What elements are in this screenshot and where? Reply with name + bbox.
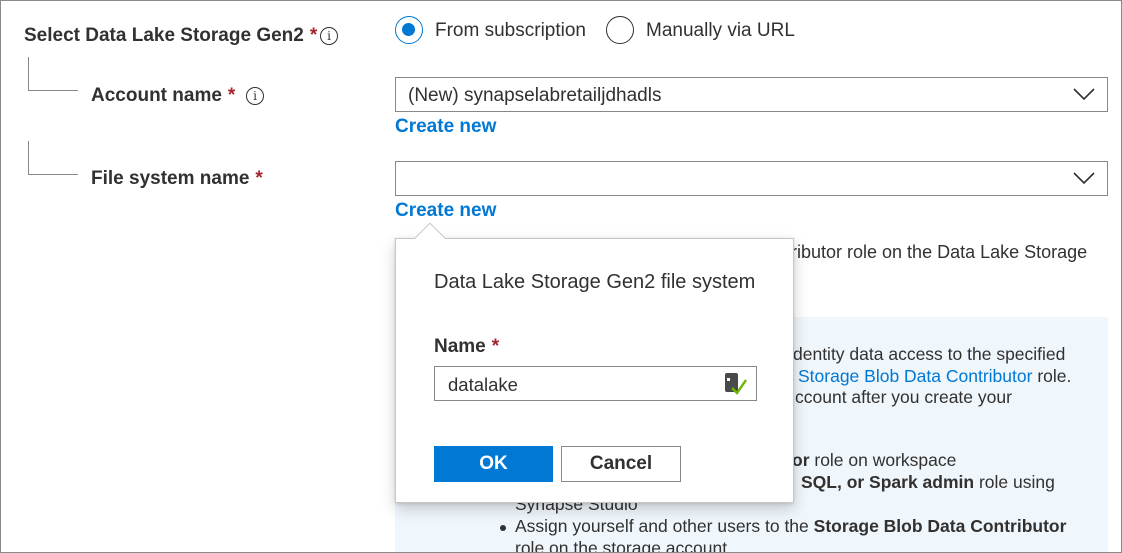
account-name-dropdown[interactable]: (New) synapselabretailjdhadls: [395, 77, 1108, 112]
required-marker: *: [255, 168, 263, 189]
bullet-point: [500, 525, 506, 531]
panel-line-2-rest: role.: [1032, 366, 1072, 386]
panel-line-5: SQL, or Spark admin role using: [801, 472, 1055, 493]
chevron-down-icon: [1073, 172, 1095, 185]
create-file-system-callout: Data Lake Storage Gen2 file system Name *…: [395, 238, 794, 503]
panel-line-1: dentity data access to the specified: [793, 344, 1066, 364]
info-icon[interactable]: i: [320, 27, 338, 45]
file-system-dropdown[interactable]: [395, 161, 1108, 196]
panel-line-7: Assign yourself and other users to the S…: [515, 516, 1066, 537]
panel-line-4-rest: role on workspace: [809, 450, 957, 470]
callout-title: Data Lake Storage Gen2 file system: [434, 271, 756, 293]
panel-line-2: Storage Blob Data Contributor role.: [798, 366, 1071, 387]
account-name-label-text: Account name: [91, 85, 222, 106]
required-marker: *: [227, 85, 236, 106]
storage-select-label-text: Select Data Lake Storage Gen2: [24, 25, 304, 46]
ok-button[interactable]: OK: [434, 446, 553, 482]
required-marker: *: [491, 336, 500, 357]
role-info-text: ributor role on the Data Lake Storage: [791, 242, 1088, 262]
storage-select-label: Select Data Lake Storage Gen2 *: [24, 25, 317, 47]
tree-connector: [28, 57, 78, 91]
account-name-label: Account name *: [91, 85, 235, 107]
radio-manually-via-url-label[interactable]: Manually via URL: [646, 20, 795, 42]
chevron-down-icon: [1073, 88, 1095, 101]
panel-line-7-bold: Storage Blob Data Contributor: [813, 516, 1067, 536]
validation-check-icon: [725, 373, 747, 395]
name-field-label-text: Name: [434, 336, 486, 357]
required-marker: *: [309, 25, 318, 46]
radio-from-subscription[interactable]: [395, 16, 423, 44]
panel-line-7-text: Assign yourself and other users to the: [515, 516, 814, 536]
panel-line-8: role on the storage account: [515, 538, 728, 553]
info-icon[interactable]: i: [246, 87, 264, 105]
panel-line-4: or role on workspace: [792, 450, 956, 471]
panel-line-5-bold: SQL, or Spark admin: [801, 472, 975, 492]
name-field-label: Name *: [434, 336, 499, 358]
panel-line-3: ccount after you create your: [795, 387, 1012, 407]
panel-line-5-rest: role using: [974, 472, 1055, 492]
storage-blob-role-link[interactable]: Storage Blob Data Contributor: [798, 366, 1032, 386]
file-system-create-new-link[interactable]: Create new: [395, 200, 496, 222]
create-workspace-form: Select Data Lake Storage Gen2 * i From su…: [0, 0, 1122, 553]
file-system-name-input[interactable]: datalake: [434, 366, 757, 401]
file-system-name-label-text: File system name: [91, 168, 250, 189]
radio-from-subscription-label[interactable]: From subscription: [435, 20, 586, 42]
cancel-button[interactable]: Cancel: [561, 446, 681, 482]
account-name-value: (New) synapselabretailjdhadls: [408, 85, 662, 106]
radio-manually-via-url[interactable]: [606, 16, 634, 44]
tree-connector: [28, 141, 78, 175]
file-system-name-input-value: datalake: [448, 374, 518, 395]
file-system-name-label: File system name *: [91, 168, 263, 190]
panel-line-4-bold: or: [792, 450, 810, 470]
account-create-new-link[interactable]: Create new: [395, 116, 496, 138]
